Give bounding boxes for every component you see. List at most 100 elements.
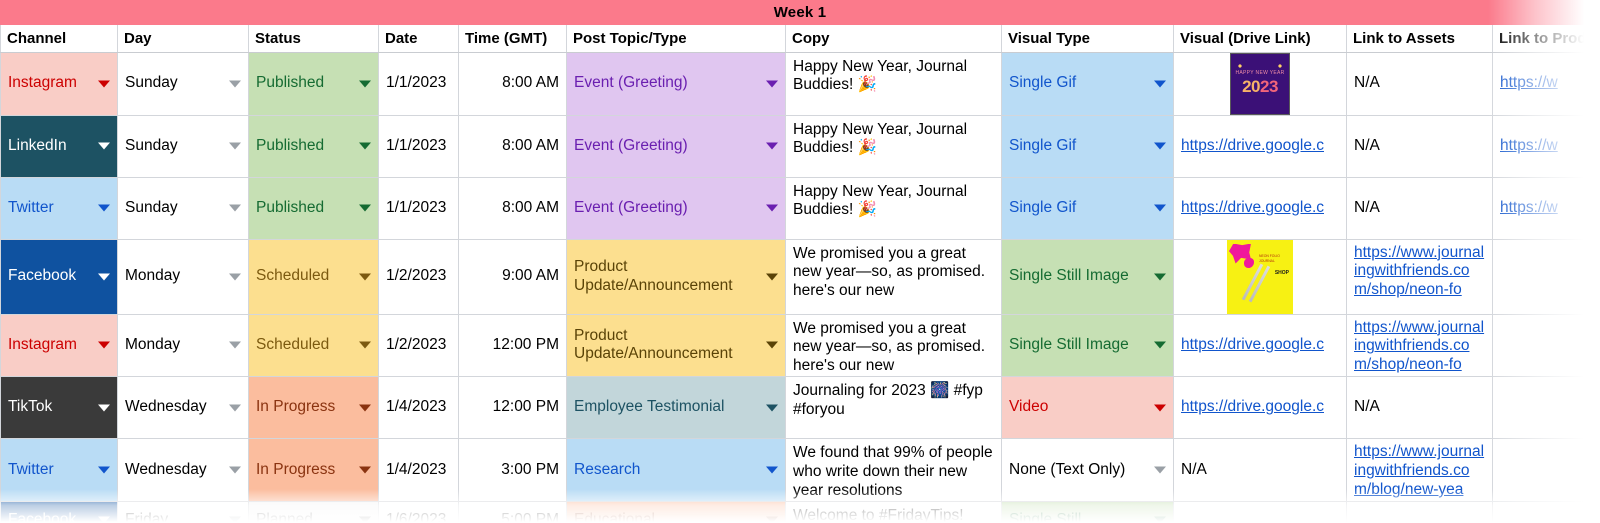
cell-time[interactable]: 3:00 PM [458, 438, 567, 502]
chevron-down-icon[interactable] [98, 341, 110, 349]
day-dropdown[interactable]: Sunday [119, 116, 248, 177]
link-to-product-text[interactable]: https://w [1500, 137, 1558, 156]
channel-dropdown[interactable]: LinkedIn [2, 116, 117, 177]
chevron-down-icon[interactable] [229, 204, 241, 212]
cell-topic[interactable]: Event (Greeting) [566, 52, 786, 116]
chevron-down-icon[interactable] [766, 80, 778, 87]
chevron-down-icon[interactable] [1154, 273, 1166, 280]
day-dropdown[interactable]: Monday [119, 240, 248, 314]
chevron-down-icon[interactable] [98, 273, 110, 280]
channel-dropdown[interactable]: Facebook [2, 240, 117, 314]
chevron-down-icon[interactable] [766, 516, 778, 523]
cell-time[interactable]: 12:00 PM [458, 314, 567, 378]
table-row[interactable]: Twitter Wednesday In Progress 1/4/2023 3:00 … [0, 438, 1600, 502]
table-row[interactable]: Instagram Monday Scheduled 1/2/2023 12:00 PM… [0, 314, 1600, 378]
cell-topic[interactable]: Research [566, 438, 786, 502]
column-header-date[interactable]: Date [378, 25, 459, 53]
cell-date[interactable]: 1/6/2023 [378, 501, 459, 523]
cell-link_more[interactable] [1492, 239, 1600, 315]
cell-day[interactable]: Wednesday [117, 376, 249, 440]
chevron-down-icon[interactable] [98, 80, 110, 87]
cell-status[interactable]: Published [248, 115, 379, 178]
status-dropdown[interactable]: Scheduled [250, 315, 378, 376]
column-header-time[interactable]: Time (GMT) [458, 25, 567, 53]
cell-status[interactable]: Scheduled [248, 239, 379, 315]
cell-channel[interactable]: Twitter [0, 177, 118, 240]
column-header-visual_link[interactable]: Visual (Drive Link) [1173, 25, 1347, 53]
chevron-down-icon[interactable] [229, 404, 241, 412]
cell-link_assets[interactable]: https://www.journalingwithfriends.com/bl… [1346, 438, 1493, 502]
cell-day[interactable]: Monday [117, 239, 249, 315]
cell-visual_link[interactable]: https://drive.google.c [1173, 376, 1347, 440]
cell-copy[interactable]: Happy New Year, Journal Buddies! 🎉 [785, 52, 1002, 116]
chevron-down-icon[interactable] [359, 273, 371, 280]
link-to-assets-text[interactable]: https://www.journalingwithfriends.com/sh… [1354, 319, 1485, 376]
chevron-down-icon[interactable] [229, 273, 241, 280]
channel-dropdown[interactable]: TikTok [2, 377, 117, 438]
column-header-copy[interactable]: Copy [785, 25, 1002, 53]
cell-day[interactable]: Sunday [117, 52, 249, 116]
visual-type-dropdown[interactable]: None (Text Only) [1003, 439, 1173, 500]
cell-visual_type[interactable]: Single Still Image [1001, 239, 1174, 315]
cell-channel[interactable]: TikTok [0, 376, 118, 440]
cell-date[interactable]: 1/1/2023 [378, 52, 459, 116]
post-topic-dropdown[interactable]: Educational [568, 502, 785, 523]
day-dropdown[interactable]: Monday [119, 315, 248, 376]
chevron-down-icon[interactable] [766, 466, 778, 474]
cell-day[interactable]: Wednesday [117, 438, 249, 502]
column-header-channel[interactable]: Channel [0, 25, 118, 53]
cell-time[interactable]: 5:00 PM [458, 501, 567, 523]
cell-topic[interactable]: Event (Greeting) [566, 115, 786, 178]
cell-visual_type[interactable]: Single Gif [1001, 52, 1174, 116]
link-to-product[interactable]: https://w [1494, 178, 1600, 239]
chevron-down-icon[interactable] [359, 516, 371, 523]
chevron-down-icon[interactable] [1154, 341, 1166, 349]
channel-dropdown[interactable]: Twitter [2, 178, 117, 239]
cell-link_assets[interactable]: N/A [1346, 52, 1493, 116]
cell-time[interactable]: 8:00 AM [458, 52, 567, 116]
chevron-down-icon[interactable] [229, 142, 241, 150]
visual-type-dropdown[interactable]: Single Still [1003, 502, 1173, 523]
day-dropdown[interactable]: Wednesday [119, 377, 248, 438]
visual-type-dropdown[interactable]: Single Still Image [1003, 315, 1173, 376]
chevron-down-icon[interactable] [98, 516, 110, 523]
table-row[interactable]: Instagram Sunday Published 1/1/2023 8:00 AM E… [0, 52, 1600, 116]
cell-visual_link[interactable]: N/A [1173, 438, 1347, 502]
cell-topic[interactable]: Employee Testimonial [566, 376, 786, 440]
status-dropdown[interactable]: Published [250, 53, 378, 115]
cell-visual_link[interactable]: HAPPY NEW YEAR 2023 [1173, 52, 1347, 116]
visual-drive-link-text[interactable]: https://drive.google.c [1181, 336, 1324, 355]
cell-channel[interactable]: LinkedIn [0, 115, 118, 178]
link-to-product[interactable]: https://w [1494, 53, 1600, 115]
cell-date[interactable]: 1/2/2023 [378, 239, 459, 315]
column-header-visual_type[interactable]: Visual Type [1001, 25, 1174, 53]
cell-status[interactable]: Scheduled [248, 314, 379, 378]
cell-visual_type[interactable]: Single Still [1001, 501, 1174, 523]
cell-link_assets[interactable]: N/A [1346, 376, 1493, 440]
chevron-down-icon[interactable] [359, 404, 371, 412]
day-dropdown[interactable]: Sunday [119, 178, 248, 239]
link-to-product-text[interactable]: https://w [1500, 74, 1558, 93]
cell-time[interactable]: 12:00 PM [458, 376, 567, 440]
chevron-down-icon[interactable] [359, 142, 371, 150]
status-dropdown[interactable]: In Progress [250, 439, 378, 500]
link-to-assets[interactable]: https://www.journalingwithfriends.com/bl… [1348, 439, 1492, 500]
cell-link_more[interactable]: https://w [1492, 177, 1600, 240]
cell-status[interactable]: In Progress [248, 438, 379, 502]
cell-link_more[interactable] [1492, 376, 1600, 440]
cell-topic[interactable]: Product Update/Announcement [566, 314, 786, 378]
chevron-down-icon[interactable] [766, 341, 778, 349]
cell-time[interactable]: 9:00 AM [458, 239, 567, 315]
chevron-down-icon[interactable] [98, 204, 110, 212]
cell-date[interactable]: 1/4/2023 [378, 438, 459, 502]
link-to-product[interactable]: https://w [1494, 116, 1600, 177]
cell-visual_type[interactable]: Video [1001, 376, 1174, 440]
visual-thumbnail-cell[interactable]: NEON FOLIO JOURNAL SHOP [1175, 239, 1346, 313]
channel-dropdown[interactable]: Instagram [2, 315, 117, 376]
post-topic-dropdown[interactable]: Event (Greeting) [568, 178, 785, 239]
cell-visual_link[interactable] [1173, 501, 1347, 523]
cell-date[interactable]: 1/1/2023 [378, 115, 459, 178]
table-row[interactable]: Twitter Sunday Published 1/1/2023 8:00 AM Eve… [0, 177, 1600, 240]
cell-visual_type[interactable]: Single Still Image [1001, 314, 1174, 378]
cell-visual_link[interactable]: https://drive.google.c [1173, 115, 1347, 178]
